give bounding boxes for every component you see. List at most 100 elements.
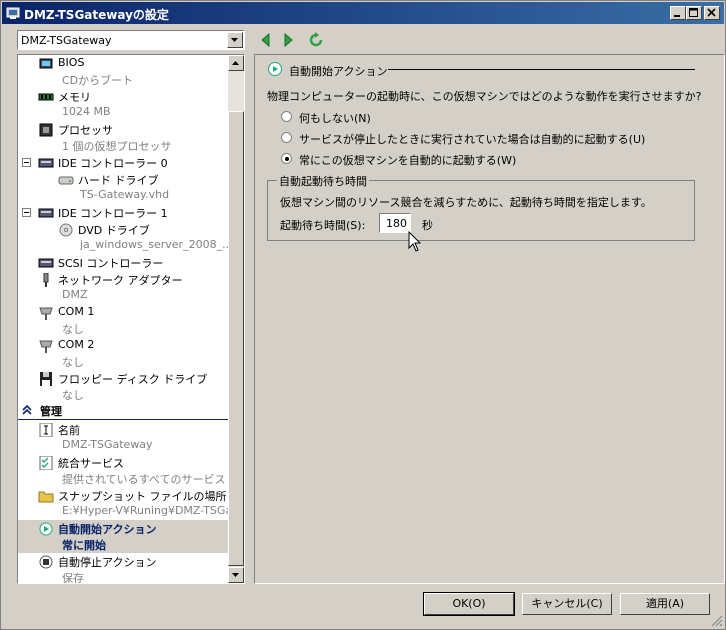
auto-start-icon — [268, 62, 282, 76]
tree-item-bios[interactable]: BIOS CDからブート — [18, 55, 230, 88]
tree-item-sub: 常に開始 — [62, 539, 106, 552]
tree-item-com1[interactable]: COM 1 なし — [18, 304, 230, 337]
tree-item-integration-services[interactable]: 統合サービス 提供されているすべてのサービス — [18, 454, 230, 487]
tree-item-sub: E:¥Hyper-V¥Runing¥DMZ-TSGa... — [62, 504, 228, 517]
resize-grip-icon[interactable] — [711, 615, 723, 627]
tree-item-label: メモリ — [58, 91, 91, 104]
tree-item-sub: なし — [62, 323, 84, 336]
startup-delay-group: 自動起動待ち時間 仮想マシン間のリソース競合を減らすために、起動待ち時間を指定し… — [267, 173, 695, 241]
maximize-icon — [689, 8, 698, 17]
chevron-down-icon — [232, 573, 239, 577]
title-bar[interactable]: DMZ-TSGatewayの設定 — [2, 2, 724, 24]
ok-button[interactable]: OK(O) — [423, 592, 515, 616]
scroll-thumb[interactable] — [228, 111, 244, 566]
chevron-up-icon — [232, 61, 239, 65]
header-divider — [388, 69, 695, 70]
previous-arrow-icon[interactable] — [257, 31, 275, 49]
apply-button[interactable]: 適用(A) — [620, 593, 710, 615]
tree-item-floppy-drive[interactable]: フロッピー ディスク ドライブ なし — [18, 370, 230, 403]
com-port-icon — [39, 340, 53, 353]
scroll-up-button[interactable] — [228, 55, 244, 71]
startup-question: 物理コンピューターの起動時に、この仮想マシンではどのような動作を実行させますか? — [267, 90, 702, 103]
tree-item-label: IDE コントローラー 1 — [58, 207, 168, 220]
tree-item-com2[interactable]: COM 2 なし — [18, 337, 230, 370]
tree-item-label: IDE コントローラー 0 — [58, 157, 168, 170]
tree-item-ide-controller-0[interactable]: IDE コントローラー 0 — [18, 154, 230, 171]
tree-item-name[interactable]: 名前 DMZ-TSGateway — [18, 421, 230, 454]
startup-delay-input[interactable]: 180 — [379, 213, 411, 233]
refresh-icon[interactable] — [307, 31, 325, 49]
tree-item-network-adapter[interactable]: ネットワーク アダプター DMZ — [18, 271, 230, 304]
radio-circle[interactable] — [281, 111, 292, 122]
radio-label: サービスが停止したときに実行されていた場合は自動的に起動する(U) — [299, 133, 646, 146]
collapse-toggle[interactable] — [22, 158, 31, 167]
tree-item-label: 自動開始アクション — [58, 523, 157, 536]
tree-item-label: SCSI コントローラー — [58, 257, 164, 270]
auto-start-icon — [39, 522, 53, 536]
hyper-v-icon — [6, 7, 20, 19]
tree-item-snapshot-location[interactable]: スナップショット ファイルの場所 E:¥Hyper-V¥Runing¥DMZ-T… — [18, 487, 230, 520]
radio-label: 何もしない(N) — [299, 112, 371, 125]
tree-item-label: ネットワーク アダプター — [58, 274, 183, 287]
tree-item-sub: DMZ-TSGateway — [62, 438, 153, 451]
tree-item-label: ハード ドライブ — [78, 174, 159, 187]
tree-item-label: プロセッサ — [58, 124, 113, 137]
chevron-down-icon — [231, 38, 238, 42]
name-icon — [39, 423, 53, 437]
double-chevron-up-icon — [22, 404, 32, 415]
radio-circle-selected[interactable] — [281, 153, 292, 164]
panel-title: 自動開始アクション — [289, 65, 388, 78]
next-arrow-icon[interactable] — [279, 31, 297, 49]
com-port-icon — [39, 307, 53, 320]
scsi-controller-icon — [38, 258, 54, 268]
cancel-button[interactable]: キャンセル(C) — [522, 593, 612, 615]
startup-delay-value: 180 — [386, 217, 407, 230]
floppy-disk-icon — [40, 372, 52, 386]
tree-item-hard-drive[interactable]: ハード ドライブ TS-Gateway.vhd — [18, 171, 230, 204]
tree-scrollbar[interactable] — [228, 55, 244, 583]
tree-item-sub: 提供されているすべてのサービス — [62, 473, 226, 486]
tree-item-sub: 保存 — [62, 572, 84, 584]
close-button[interactable] — [704, 6, 720, 20]
tree-item-ide-controller-1[interactable]: IDE コントローラー 1 — [18, 204, 230, 221]
delay-unit: 秒 — [422, 219, 433, 232]
tree-item-memory[interactable]: メモリ 1024 MB — [18, 88, 230, 121]
mouse-pointer-icon — [408, 231, 422, 252]
delay-description: 仮想マシン間のリソース競合を減らすために、起動待ち時間を指定します。 — [280, 196, 652, 209]
network-adapter-icon — [43, 273, 49, 287]
delay-label: 起動待ち時間(S): — [280, 219, 366, 232]
tree-item-auto-stop-action[interactable]: 自動停止アクション 保存 — [18, 553, 230, 584]
tree-item-sub: ja_windows_server_2008_... — [80, 238, 228, 251]
tree-item-label: DVD ドライブ — [78, 224, 150, 237]
tree-item-dvd-drive[interactable]: DVD ドライブ ja_windows_server_2008_... — [18, 221, 230, 254]
scroll-down-button[interactable] — [228, 567, 244, 583]
tree-item-sub: なし — [62, 356, 84, 369]
tree-item-sub: 1 個の仮想プロセッサ — [62, 140, 172, 153]
collapse-toggle[interactable] — [22, 208, 31, 217]
tree-item-label: BIOS — [58, 56, 85, 69]
vm-selector-value: DMZ-TSGateway — [21, 34, 112, 47]
tree-item-sub: CDからブート — [62, 74, 134, 87]
radio-label: 常にこの仮想マシンを自動的に起動する(W) — [299, 154, 517, 167]
auto-stop-icon — [39, 555, 53, 569]
memory-icon — [38, 93, 54, 101]
minimize-button[interactable] — [670, 6, 686, 20]
tree-item-label: 自動停止アクション — [58, 556, 157, 569]
vm-selector[interactable]: DMZ-TSGateway — [17, 30, 245, 50]
ide-controller-icon — [38, 208, 54, 218]
settings-tree[interactable]: BIOS CDからブート メモリ 1024 MB プロセッサ 1 個の仮想プロセ… — [17, 54, 245, 584]
tree-item-sub: TS-Gateway.vhd — [80, 188, 170, 201]
tree-item-sub: DMZ — [62, 288, 88, 301]
tree-item-scsi-controller[interactable]: SCSI コントローラー — [18, 254, 230, 271]
vm-selector-dropdown-button[interactable] — [227, 32, 243, 48]
group-label: 自動起動待ち時間 — [277, 173, 369, 189]
radio-circle[interactable] — [281, 132, 292, 143]
tree-item-label: フロッピー ディスク ドライブ — [58, 373, 208, 386]
tree-item-auto-start-action[interactable]: 自動開始アクション 常に開始 — [18, 520, 230, 553]
tree-item-label: 名前 — [58, 424, 80, 437]
tree-item-label: 統合サービス — [58, 457, 124, 470]
tree-item-label: COM 1 — [58, 305, 95, 318]
tree-item-processor[interactable]: プロセッサ 1 個の仮想プロセッサ — [18, 121, 230, 154]
management-section-header[interactable]: 管理 — [18, 401, 230, 420]
maximize-button[interactable] — [686, 6, 702, 20]
